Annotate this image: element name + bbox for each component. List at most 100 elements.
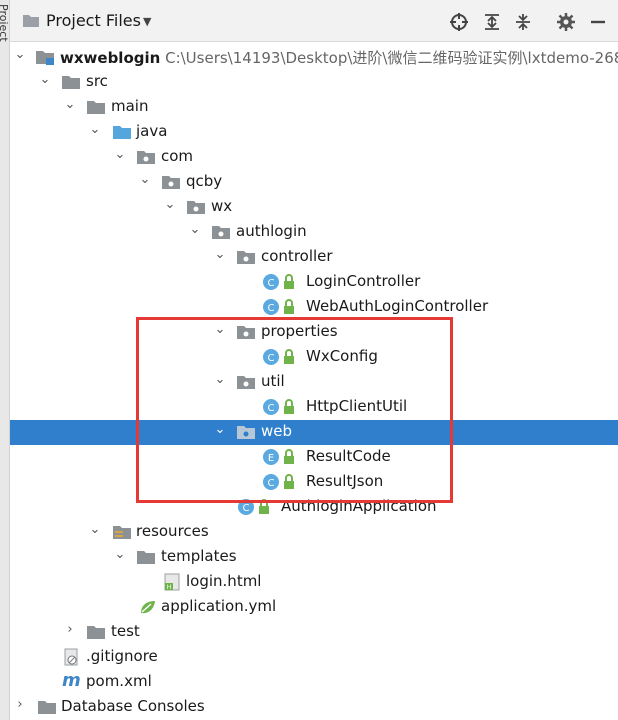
lock-icon xyxy=(284,449,294,464)
chevron-down-icon[interactable]: ⌄ xyxy=(163,197,177,212)
hide-icon[interactable] xyxy=(588,12,608,32)
svg-text:C: C xyxy=(268,353,275,364)
source-folder-icon xyxy=(113,126,131,139)
tree-item-label: resources xyxy=(136,522,209,540)
folder-icon xyxy=(38,701,56,714)
lock-icon xyxy=(284,474,294,489)
package-icon xyxy=(212,226,230,239)
tree-item-label: LoginController xyxy=(306,272,421,290)
tree-item-resources[interactable]: ⌄ resources xyxy=(10,520,618,545)
chevron-down-icon[interactable]: ⌄ xyxy=(213,322,227,337)
view-title[interactable]: Project Files xyxy=(46,11,141,30)
package-icon xyxy=(237,426,255,439)
chevron-down-icon[interactable]: ⌄ xyxy=(88,122,102,137)
chevron-down-icon[interactable]: ⌄ xyxy=(213,422,227,437)
tree-item-label: util xyxy=(261,372,285,390)
chevron-down-icon[interactable]: ⌄ xyxy=(213,372,227,387)
tree-item-com[interactable]: ⌄ com xyxy=(10,145,618,170)
class-icon: C xyxy=(263,274,279,290)
class-icon: C xyxy=(263,399,279,415)
svg-text:H: H xyxy=(167,584,172,591)
tree-item-gitignore[interactable]: .gitignore xyxy=(10,645,618,670)
tree-item-label: HttpClientUtil xyxy=(306,397,408,415)
chevron-down-icon[interactable]: ⌄ xyxy=(13,47,27,62)
svg-text:C: C xyxy=(268,478,275,489)
class-icon: C xyxy=(238,499,254,515)
chevron-right-icon[interactable]: › xyxy=(63,622,77,637)
gitignore-icon xyxy=(64,648,78,666)
lock-icon xyxy=(284,399,294,414)
class-icon: C xyxy=(263,349,279,365)
tree-item-label: qcby xyxy=(186,172,223,190)
tree-item-controller[interactable]: ⌄ controller xyxy=(10,245,618,270)
tree-item-label: java xyxy=(136,122,168,140)
package-icon xyxy=(162,176,180,189)
chevron-down-icon[interactable]: ⌄ xyxy=(88,522,102,537)
tree-item-authlogin-application[interactable]: C AuthloginApplication xyxy=(10,495,618,520)
tree-item-login-html[interactable]: H login.html xyxy=(10,570,618,595)
tree-item-web-auth-login-controller[interactable]: C WebAuthLoginController xyxy=(10,295,618,320)
expand-all-icon[interactable] xyxy=(482,12,502,32)
tree-item-qcby[interactable]: ⌄ qcby xyxy=(10,170,618,195)
tree-item-label: templates xyxy=(161,547,237,565)
collapse-all-icon[interactable] xyxy=(513,12,533,32)
project-side-tab[interactable]: Project xyxy=(0,0,10,720)
tree-item-database-consoles[interactable]: › Database Consoles xyxy=(10,695,618,720)
tree-item-authlogin[interactable]: ⌄ authlogin xyxy=(10,220,618,245)
package-icon xyxy=(187,201,205,214)
tree-item-templates[interactable]: ⌄ templates xyxy=(10,545,618,570)
lock-icon xyxy=(259,499,269,514)
chevron-down-icon[interactable]: ⌄ xyxy=(138,172,152,187)
tree-item-label: src xyxy=(86,72,108,90)
tree-item-result-code[interactable]: E ResultCode xyxy=(10,445,618,470)
chevron-down-icon[interactable]: ⌄ xyxy=(63,97,77,112)
svg-text:E: E xyxy=(268,453,274,464)
enum-icon: E xyxy=(263,449,279,465)
tree-item-label: ResultJson xyxy=(306,472,384,490)
tree-item-label: main xyxy=(111,97,149,115)
locate-icon[interactable] xyxy=(449,12,469,32)
folder-icon xyxy=(87,626,105,639)
chevron-down-icon[interactable]: ▼ xyxy=(143,15,151,28)
chevron-down-icon[interactable]: ⌄ xyxy=(38,72,52,87)
tree-item-pom-xml[interactable]: m pom.xml xyxy=(10,670,618,695)
svg-text:C: C xyxy=(268,303,275,314)
tree-item-label: wx xyxy=(211,197,233,215)
svg-text:C: C xyxy=(243,503,250,514)
tree-item-login-controller[interactable]: C LoginController xyxy=(10,270,618,295)
tree-item-root[interactable]: ⌄ wxweblogin C:\Users\14193\Desktop\进阶\微… xyxy=(10,45,618,70)
chevron-down-icon[interactable]: ⌄ xyxy=(113,147,127,162)
tree-item-java[interactable]: ⌄ java xyxy=(10,120,618,145)
tree-item-result-json[interactable]: C ResultJson xyxy=(10,470,618,495)
folder-icon xyxy=(137,551,155,564)
gear-icon[interactable] xyxy=(556,12,576,32)
tree-item-label: com xyxy=(161,147,194,165)
tree-item-properties[interactable]: ⌄ properties xyxy=(10,320,618,345)
html-file-icon: H xyxy=(164,573,180,591)
chevron-down-icon[interactable]: ⌄ xyxy=(188,222,202,237)
tree-item-label: pom.xml xyxy=(86,672,152,690)
folder-icon xyxy=(62,76,80,89)
tree-item-web[interactable]: ⌄ web xyxy=(10,420,618,445)
class-icon: C xyxy=(263,474,279,490)
folder-icon xyxy=(23,15,39,27)
tree-item-src[interactable]: ⌄ src xyxy=(10,70,618,95)
tree-item-application-yml[interactable]: application.yml xyxy=(10,595,618,620)
folder-icon xyxy=(87,101,105,114)
class-icon: C xyxy=(263,299,279,315)
chevron-right-icon[interactable]: › xyxy=(13,697,27,712)
tree-item-label: properties xyxy=(261,322,338,340)
tree-item-http-client-util[interactable]: C HttpClientUtil xyxy=(10,395,618,420)
tree-item-label: WxConfig xyxy=(306,347,378,365)
chevron-down-icon[interactable]: ⌄ xyxy=(113,547,127,562)
tree-item-label: WebAuthLoginController xyxy=(306,297,489,315)
tree-item-util[interactable]: ⌄ util xyxy=(10,370,618,395)
tree-item-main[interactable]: ⌄ main xyxy=(10,95,618,120)
tree-item-wx[interactable]: ⌄ wx xyxy=(10,195,618,220)
tree-item-test[interactable]: › test xyxy=(10,620,618,645)
package-icon xyxy=(237,251,255,264)
tree-item-label: .gitignore xyxy=(86,647,158,665)
tree-item-wx-config[interactable]: C WxConfig xyxy=(10,345,618,370)
package-icon xyxy=(137,151,155,164)
chevron-down-icon[interactable]: ⌄ xyxy=(213,247,227,262)
